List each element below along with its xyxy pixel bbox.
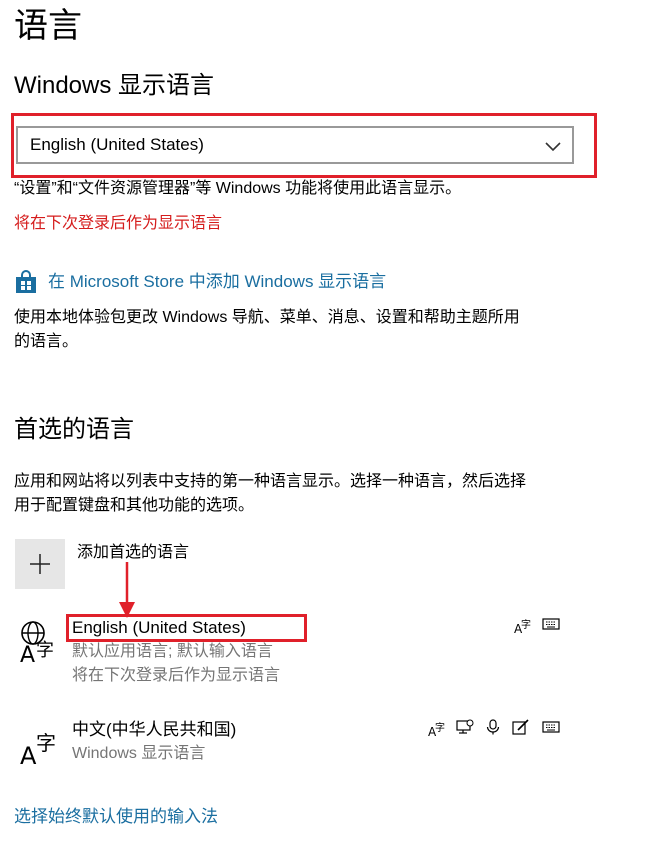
- language-icon: A 字: [20, 731, 56, 766]
- microphone-icon: [486, 719, 500, 735]
- language-sub2: 将在下次登录后作为显示语言: [72, 667, 281, 684]
- keyboard-icon: [542, 721, 560, 733]
- svg-text:字: 字: [36, 640, 54, 661]
- svg-text:字: 字: [36, 731, 56, 755]
- pending-display-notice: 将在下次登录后作为显示语言: [14, 215, 223, 232]
- plus-icon: [30, 554, 50, 574]
- store-description-line1: 使用本地体验包更改 Windows 导航、菜单、消息、设置和帮助主题所用: [14, 309, 520, 326]
- store-description-line2: 的语言。: [14, 333, 79, 350]
- language-item-chinese[interactable]: A 字 中文(中华人民共和国) Windows 显示语言 A 字: [14, 716, 654, 776]
- default-input-method-link[interactable]: 选择始终默认使用的输入法: [14, 805, 218, 829]
- language-pack-icon: A 字: [514, 618, 531, 634]
- english-name-highlight: [66, 614, 307, 642]
- display-language-description: “设置”和“文件资源管理器”等 Windows 功能将使用此语言显示。: [14, 180, 462, 197]
- svg-text:A: A: [20, 643, 35, 664]
- svg-text:字: 字: [435, 721, 445, 734]
- keyboard-icon: [542, 618, 560, 630]
- display-language-dropdown[interactable]: English (United States): [16, 126, 574, 164]
- svg-text:A: A: [20, 742, 37, 766]
- store-bag-icon: [16, 270, 36, 293]
- store-link[interactable]: 在 Microsoft Store 中添加 Windows 显示语言: [14, 270, 386, 294]
- store-link-label: 在 Microsoft Store 中添加 Windows 显示语言: [48, 272, 387, 291]
- language-display-icon: A 字: [20, 621, 54, 664]
- speech-icon: [456, 719, 474, 734]
- language-name: 中文(中华人民共和国): [72, 720, 237, 739]
- page-title: 语言: [14, 7, 82, 45]
- chevron-down-icon: [545, 142, 561, 152]
- language-sub1: 默认应用语言; 默认输入语言: [72, 643, 273, 660]
- svg-text:字: 字: [521, 618, 531, 631]
- display-language-selected: English (United States): [30, 135, 204, 154]
- preferred-languages-description-line1: 应用和网站将以列表中支持的第一种语言显示。选择一种语言，然后选择: [14, 473, 527, 490]
- preferred-languages-description-line2: 用于配置键盘和其他功能的选项。: [14, 497, 255, 514]
- handwriting-icon: [512, 719, 529, 735]
- add-language-button[interactable]: [15, 539, 65, 589]
- preferred-languages-heading: 首选的语言: [14, 416, 134, 443]
- annotation-arrow: [119, 562, 135, 618]
- language-pack-icon: A 字: [428, 721, 445, 737]
- language-sub1: Windows 显示语言: [72, 745, 206, 762]
- display-language-heading: Windows 显示语言: [14, 72, 215, 99]
